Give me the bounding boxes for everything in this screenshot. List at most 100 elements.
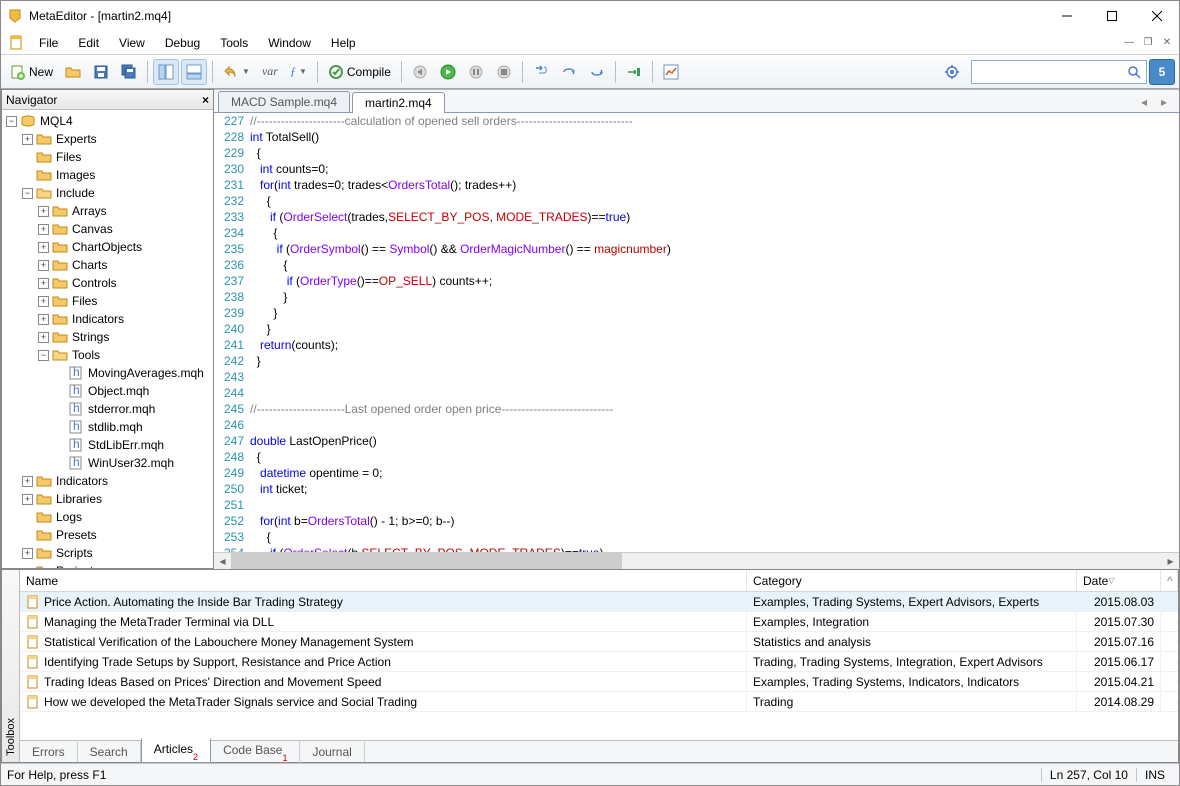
mdi-restore-button[interactable]: ❐ — [1140, 35, 1156, 51]
folder-mql4[interactable]: −MQL4 — [2, 112, 213, 130]
expand-icon[interactable]: + — [38, 278, 49, 289]
save-all-button[interactable] — [116, 59, 142, 85]
file-stdlib-mqh[interactable]: hstdlib.mqh — [2, 418, 213, 436]
expand-icon[interactable]: + — [38, 224, 49, 235]
toolbox-tab-journal[interactable]: Journal — [300, 742, 364, 762]
expand-icon[interactable]: + — [38, 314, 49, 325]
compile-button[interactable]: Compile — [323, 59, 396, 85]
var-button[interactable]: var — [257, 59, 283, 85]
folder-controls[interactable]: +Controls — [2, 274, 213, 292]
file-stdliberr-mqh[interactable]: hStdLibErr.mqh — [2, 436, 213, 454]
menu-window[interactable]: Window — [258, 33, 321, 53]
folder-scripts[interactable]: +Scripts — [2, 544, 213, 562]
expand-icon[interactable]: + — [22, 476, 33, 487]
folder-indicators[interactable]: +Indicators — [2, 310, 213, 328]
expand-icon[interactable]: − — [22, 188, 33, 199]
search-input[interactable] — [972, 61, 1122, 83]
folder-logs[interactable]: Logs — [2, 508, 213, 526]
folder-experts[interactable]: +Experts — [2, 130, 213, 148]
settings-button[interactable] — [939, 59, 965, 85]
folder-presets[interactable]: Presets — [2, 526, 213, 544]
expand-icon[interactable]: + — [38, 296, 49, 307]
toolbox-tab-search[interactable]: Search — [78, 742, 141, 762]
toolbox-tab-errors[interactable]: Errors — [20, 742, 78, 762]
expand-icon[interactable]: − — [38, 350, 49, 361]
menu-help[interactable]: Help — [321, 33, 366, 53]
folder-arrays[interactable]: +Arrays — [2, 202, 213, 220]
menu-debug[interactable]: Debug — [155, 33, 210, 53]
article-row[interactable]: Identifying Trade Setups by Support, Res… — [20, 652, 1178, 672]
debug-stop-button[interactable] — [491, 59, 517, 85]
minimize-button[interactable] — [1044, 2, 1089, 31]
step-into-button[interactable] — [528, 59, 554, 85]
func-button[interactable]: ƒ▼ — [285, 59, 312, 85]
step-out-button[interactable] — [584, 59, 610, 85]
search-box[interactable] — [971, 60, 1147, 84]
toolbox-tab-articles[interactable]: Articles2 — [141, 738, 211, 762]
editor-hscrollbar[interactable]: ◂ ▸ — [214, 552, 1179, 569]
undo-button[interactable]: ▼ — [218, 59, 255, 85]
debug-back-button[interactable] — [407, 59, 433, 85]
folder-files[interactable]: Files — [2, 148, 213, 166]
navigator-close-button[interactable]: × — [202, 93, 209, 107]
expand-icon[interactable]: + — [22, 548, 33, 559]
article-row[interactable]: Price Action. Automating the Inside Bar … — [20, 592, 1178, 612]
toolbox-tab-code-base[interactable]: Code Base1 — [211, 740, 300, 762]
tab-martin2[interactable]: martin2.mq4 — [352, 92, 445, 113]
folder-chartobjects[interactable]: +ChartObjects — [2, 238, 213, 256]
folder-canvas[interactable]: +Canvas — [2, 220, 213, 238]
tab-macd-sample[interactable]: MACD Sample.mq4 — [218, 91, 350, 112]
folder-images[interactable]: Images — [2, 166, 213, 184]
file-movingaverages-mqh[interactable]: hMovingAverages.mqh — [2, 364, 213, 382]
tab-scroll-left[interactable]: ◂ — [1135, 92, 1153, 112]
col-date[interactable]: Date ▽ — [1077, 570, 1161, 591]
scroll-right-icon[interactable]: ▸ — [1162, 553, 1179, 569]
col-category[interactable]: Category — [747, 570, 1077, 591]
chart-button[interactable] — [658, 59, 684, 85]
file-object-mqh[interactable]: hObject.mqh — [2, 382, 213, 400]
expand-icon[interactable]: + — [22, 494, 33, 505]
folder-indicators[interactable]: +Indicators — [2, 472, 213, 490]
menu-tools[interactable]: Tools — [210, 33, 258, 53]
col-scroll[interactable]: ^ — [1161, 570, 1178, 591]
folder-libraries[interactable]: +Libraries — [2, 490, 213, 508]
view-nav-button[interactable] — [153, 59, 179, 85]
folder-charts[interactable]: +Charts — [2, 256, 213, 274]
mdi-minimize-button[interactable]: — — [1121, 35, 1137, 51]
menu-edit[interactable]: Edit — [68, 33, 109, 53]
article-row[interactable]: Managing the MetaTrader Terminal via DLL… — [20, 612, 1178, 632]
expand-icon[interactable]: + — [38, 242, 49, 253]
expand-icon[interactable]: + — [38, 260, 49, 271]
code-editor[interactable]: 227//----------------------calculation o… — [214, 113, 1179, 552]
debug-start-button[interactable] — [435, 59, 461, 85]
article-row[interactable]: How we developed the MetaTrader Signals … — [20, 692, 1178, 712]
new-button[interactable]: New — [5, 59, 58, 85]
expand-icon[interactable]: + — [22, 134, 33, 145]
navigator-tree[interactable]: −MQL4+ExpertsFilesImages−Include+Arrays+… — [2, 110, 213, 568]
step-over-button[interactable] — [556, 59, 582, 85]
open-button[interactable] — [60, 59, 86, 85]
folder-strings[interactable]: +Strings — [2, 328, 213, 346]
col-name[interactable]: Name — [20, 570, 747, 591]
debug-pause-button[interactable] — [463, 59, 489, 85]
article-row[interactable]: Trading Ideas Based on Prices' Direction… — [20, 672, 1178, 692]
folder-projects[interactable]: Projects — [2, 562, 213, 568]
expand-icon[interactable]: + — [38, 206, 49, 217]
file-stderror-mqh[interactable]: hstderror.mqh — [2, 400, 213, 418]
view-toolbox-button[interactable] — [181, 59, 207, 85]
breakpoint-button[interactable] — [621, 59, 647, 85]
folder-include[interactable]: −Include — [2, 184, 213, 202]
mql5-button[interactable]: 5 — [1149, 59, 1175, 85]
search-button[interactable] — [1122, 61, 1146, 83]
save-button[interactable] — [88, 59, 114, 85]
article-row[interactable]: Statistical Verification of the Labouche… — [20, 632, 1178, 652]
expand-icon[interactable]: − — [6, 116, 17, 127]
tab-scroll-right[interactable]: ▸ — [1155, 92, 1173, 112]
expand-icon[interactable]: + — [38, 332, 49, 343]
folder-tools[interactable]: −Tools — [2, 346, 213, 364]
menu-view[interactable]: View — [109, 33, 155, 53]
file-winuser32-mqh[interactable]: hWinUser32.mqh — [2, 454, 213, 472]
mdi-close-button[interactable]: ✕ — [1159, 35, 1175, 51]
close-button[interactable] — [1134, 2, 1179, 31]
maximize-button[interactable] — [1089, 2, 1134, 31]
